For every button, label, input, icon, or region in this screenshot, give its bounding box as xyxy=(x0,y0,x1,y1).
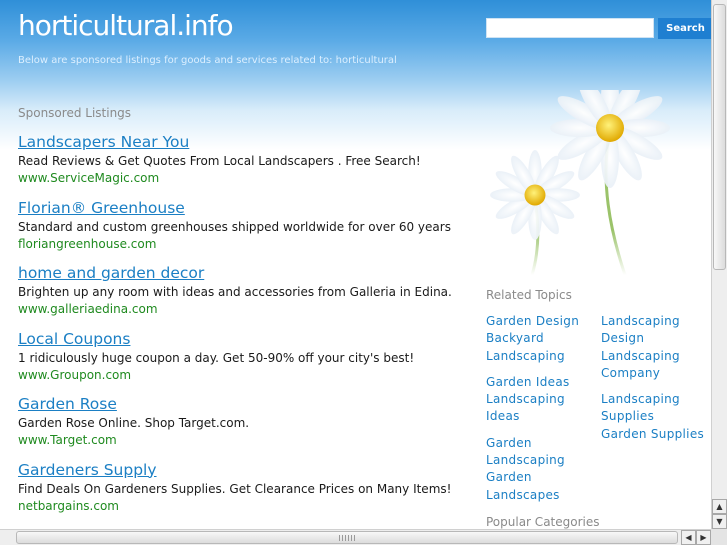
listing-title-link[interactable]: Florian® Greenhouse xyxy=(18,198,478,218)
sponsored-listings: Landscapers Near You Read Reviews & Get … xyxy=(18,132,478,525)
scroll-down-icon[interactable]: ▼ xyxy=(712,514,727,529)
related-topic-link[interactable]: Landscaping Design xyxy=(601,313,711,348)
listing-title-link[interactable]: Local Coupons xyxy=(18,329,478,349)
related-topic-link[interactable]: Landscaping Ideas xyxy=(486,391,596,426)
horizontal-scrollbar-thumb[interactable] xyxy=(16,531,678,544)
related-topic-link[interactable]: Landscaping Company xyxy=(601,348,711,383)
listing-item: Gardeners Supply Find Deals On Gardeners… xyxy=(18,460,478,526)
listing-description: Read Reviews & Get Quotes From Local Lan… xyxy=(18,154,421,168)
related-topic-link[interactable]: Garden Landscapes xyxy=(486,469,596,504)
site-title[interactable]: horticultural.info xyxy=(18,9,234,42)
listing-description: Garden Rose Online. Shop Target.com. xyxy=(18,416,250,430)
scroll-right-icon[interactable]: ▶ xyxy=(696,530,711,545)
scroll-left-icon[interactable]: ◀ xyxy=(681,530,696,545)
scrollbar-grip-icon xyxy=(339,535,357,541)
listing-item: Landscapers Near You Read Reviews & Get … xyxy=(18,132,478,198)
listing-url-link[interactable]: floriangreenhouse.com xyxy=(18,236,478,253)
related-topic-link[interactable]: Garden Landscaping xyxy=(486,435,596,470)
vertical-scrollbar-thumb[interactable] xyxy=(713,4,726,270)
listing-description: 1 ridiculously huge coupon a day. Get 50… xyxy=(18,350,415,365)
related-topic-link[interactable]: Backyard Landscaping xyxy=(486,330,596,365)
listing-item: Florian® Greenhouse Standard and custom … xyxy=(18,198,478,264)
listing-url-link[interactable]: www.Target.com xyxy=(18,432,478,449)
related-topic-link[interactable]: Landscaping Supplies xyxy=(601,391,711,426)
listing-url-link[interactable]: www.ServiceMagic.com xyxy=(18,170,478,187)
listing-title-link[interactable]: Landscapers Near You xyxy=(18,132,478,152)
related-topics-column-1: Garden Design Backyard Landscaping Garde… xyxy=(486,313,596,504)
listing-title-link[interactable]: home and garden decor xyxy=(18,263,478,283)
page-viewport: horticultural.info Below are sponsored l… xyxy=(0,0,711,529)
listing-url-link[interactable]: www.Groupon.com xyxy=(18,367,478,384)
search-input[interactable] xyxy=(486,18,654,38)
scroll-up-icon[interactable]: ▲ xyxy=(712,499,727,514)
related-topics-heading: Related Topics xyxy=(486,288,572,302)
listing-item: Garden Rose Garden Rose Online. Shop Tar… xyxy=(18,394,478,460)
listing-description: Standard and custom greenhouses shipped … xyxy=(18,219,451,234)
vertical-scrollbar[interactable]: ▲ ▼ xyxy=(711,0,727,529)
listing-description: Find Deals On Gardeners Supplies. Get Cl… xyxy=(18,481,452,496)
listing-title-link[interactable]: Gardeners Supply xyxy=(18,460,478,480)
search-button[interactable]: Search xyxy=(658,18,711,39)
listing-url-link[interactable]: www.galleriaedina.com xyxy=(18,301,478,318)
listing-title-link[interactable]: Garden Rose xyxy=(18,394,478,414)
listing-description: Brighten up any room with ideas and acce… xyxy=(18,285,452,299)
related-topics-column-2: Landscaping Design Landscaping Company L… xyxy=(601,313,711,443)
popular-categories-heading: Popular Categories xyxy=(486,515,600,529)
horizontal-scrollbar[interactable]: ◀ ▶ xyxy=(0,529,711,545)
related-topic-link[interactable]: Garden Design xyxy=(486,313,596,330)
sponsored-listings-heading: Sponsored Listings xyxy=(18,106,132,120)
listing-item: home and garden decor Brighten up any ro… xyxy=(18,263,478,329)
scrollbar-corner xyxy=(711,529,727,545)
daisy-flowers-image xyxy=(460,90,711,275)
listing-url-link[interactable]: netbargains.com xyxy=(18,498,478,515)
related-topic-link[interactable]: Garden Ideas xyxy=(486,374,596,391)
header-subtitle: Below are sponsored listings for goods a… xyxy=(18,55,397,66)
listing-item: Local Coupons 1 ridiculously huge coupon… xyxy=(18,329,478,395)
related-topic-link[interactable]: Garden Supplies xyxy=(601,426,711,443)
